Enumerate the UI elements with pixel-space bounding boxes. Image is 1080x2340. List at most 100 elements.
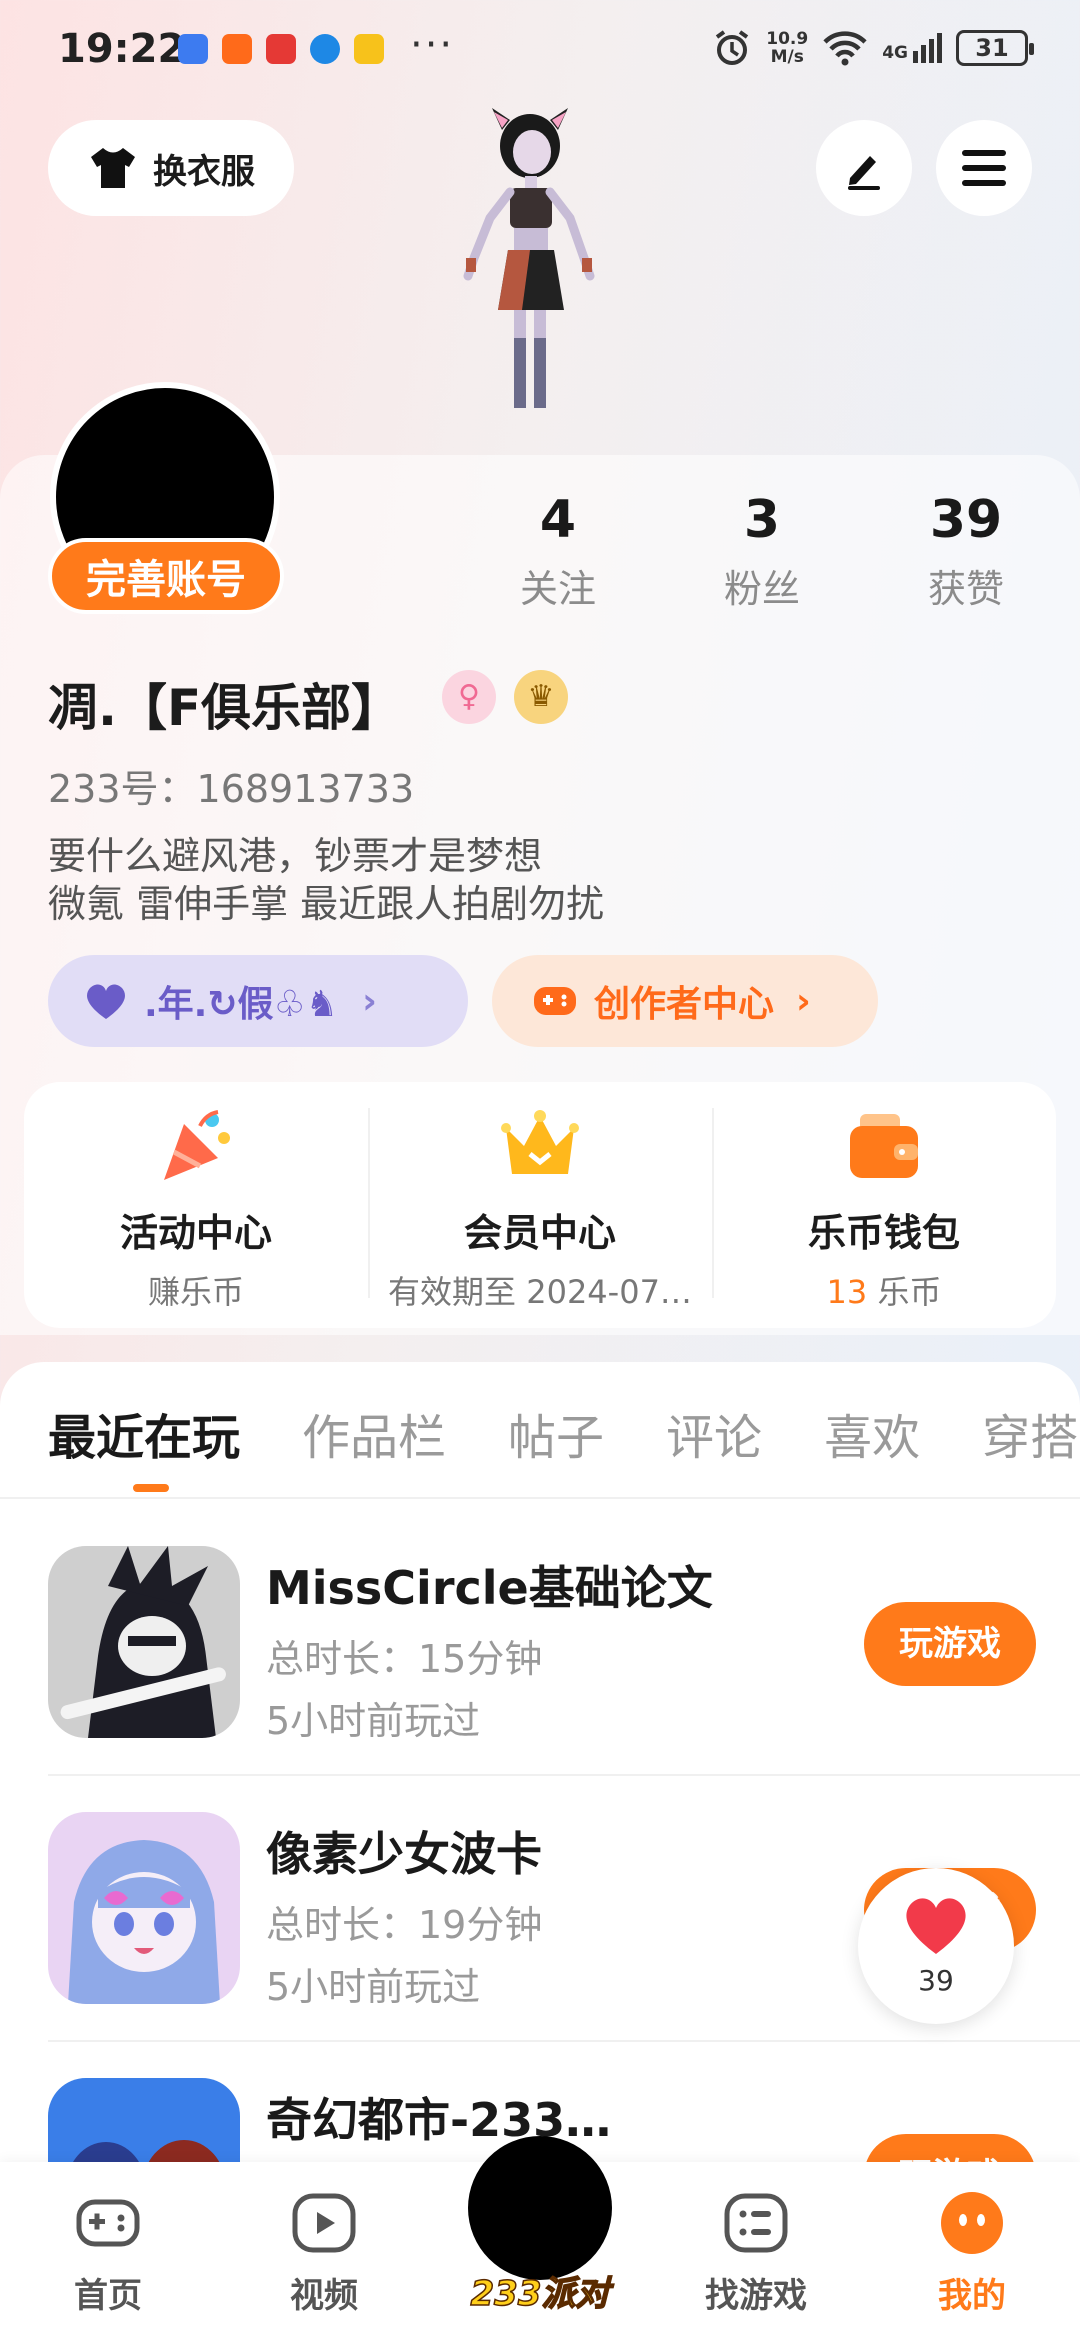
party-popper-icon: [164, 1110, 230, 1180]
dress-up-label: 换衣服: [153, 151, 255, 192]
coin-unit: 乐币: [867, 1273, 942, 1311]
nav-home[interactable]: 首页: [28, 2188, 188, 2317]
game-title: 像素少女波卡: [266, 1827, 542, 1881]
game-title: MissCircle基础论文: [266, 1561, 713, 1615]
stat-followers[interactable]: 3 粉丝: [682, 490, 842, 613]
stat-following[interactable]: 4 关注: [478, 490, 638, 613]
chevron-right-icon: ›: [362, 980, 377, 1022]
heart-icon: [906, 1898, 966, 1954]
nav-video[interactable]: 视频: [244, 2188, 404, 2317]
nav-mine[interactable]: 我的: [892, 2188, 1052, 2317]
play-duration: 总时长：19分钟: [266, 1903, 543, 1947]
quick-actions-panel: 活动中心 赚乐币 会员中心 有效期至 2024-07… 乐币钱包 13 乐币: [24, 1082, 1056, 1328]
cell-signal-icon: 4G: [882, 33, 942, 63]
tab-works[interactable]: 作品栏: [302, 1398, 446, 1468]
last-played: 5小时前玩过: [266, 1699, 481, 1743]
stat-value: 3: [743, 490, 781, 550]
username: 凋.【F俱乐部】: [48, 679, 402, 737]
avatar-3d-figure[interactable]: [430, 98, 630, 458]
edit-icon: [848, 156, 880, 190]
stat-value: 4: [539, 490, 577, 550]
wallet-icon: [850, 1114, 918, 1178]
app-233-icon: [222, 34, 252, 64]
hamburger-menu-icon: [962, 150, 1006, 186]
quick-title: 活动中心: [119, 1211, 272, 1255]
battery-indicator: 31: [956, 30, 1034, 66]
quick-subtitle: 有效期至 2024-07…: [388, 1273, 692, 1311]
wifi-icon: [823, 31, 867, 66]
creator-center-label: 创作者中心: [594, 984, 775, 1025]
stat-value: 39: [929, 490, 1003, 550]
clock-app-icon: [178, 34, 208, 64]
heart-icon: [87, 984, 125, 1019]
game-meta: 总时长：15分钟 5小时前玩过: [266, 1628, 542, 1752]
complete-account-badge[interactable]: 完善账号: [48, 538, 284, 614]
tab-outfits[interactable]: 穿搭: [982, 1398, 1078, 1468]
tab-posts[interactable]: 帖子: [508, 1398, 604, 1468]
shirt-icon: [91, 148, 135, 188]
status-time: 19:22: [58, 26, 186, 72]
divider: [48, 1774, 1080, 1776]
quick-subtitle: 赚乐币: [147, 1273, 244, 1311]
play-game-button[interactable]: 玩游戏: [864, 1602, 1036, 1686]
more-notifications-icon: ···: [410, 22, 455, 68]
network-speed: 10.9 M/s: [766, 29, 809, 67]
party-avatar[interactable]: [468, 2136, 612, 2280]
active-tab-indicator: [133, 1484, 169, 1492]
bio: 要什么避风港，钞票才是梦想 微氪 雷伸手掌 最近跟人拍剧勿扰: [48, 832, 604, 928]
nav-label: 我的: [938, 2276, 1006, 2316]
like-count: 39: [918, 1964, 954, 1997]
nav-label: 首页: [74, 2276, 142, 2316]
quick-title: 乐币钱包: [807, 1211, 960, 1255]
browser-icon: [310, 34, 340, 64]
coin-balance: 13: [826, 1273, 868, 1311]
list-item[interactable]: MissCircle基础论文 总时长：15分钟 5小时前玩过 玩游戏: [48, 1546, 1080, 1812]
gamepad-icon: [76, 2199, 140, 2247]
last-played: 5小时前玩过: [266, 1965, 481, 2009]
edit-profile-button[interactable]: [816, 120, 912, 216]
game-thumbnail: [48, 1546, 240, 1738]
bio-line: 微氪 雷伸手掌 最近跟人拍剧勿扰: [48, 882, 605, 926]
female-icon: ♀: [442, 670, 496, 724]
crown-icon: ♛: [514, 670, 568, 724]
family-group-label: .年.↻假♧♞: [144, 984, 339, 1025]
stat-label: 获赞: [927, 567, 1004, 611]
quick-subtitle: 13 乐币: [827, 1267, 942, 1313]
profile-tabs: 最近在玩 作品栏 帖子 评论 喜欢 穿搭: [48, 1398, 1078, 1468]
tab-recently-played[interactable]: 最近在玩: [48, 1398, 240, 1468]
family-group-pill[interactable]: .年.↻假♧♞ ›: [48, 955, 468, 1047]
video-icon: [292, 2193, 356, 2253]
play-duration: 总时长：15分钟: [266, 1637, 543, 1681]
crown-icon: [501, 1110, 579, 1174]
game-thumbnail: [48, 1812, 240, 2004]
divider: [48, 2040, 1080, 2042]
divider: [0, 1497, 1080, 1499]
nav-find-games[interactable]: 找游戏: [676, 2188, 836, 2317]
nav-label: 找游戏: [705, 2276, 807, 2316]
nav-party[interactable]: 233派对: [440, 2266, 640, 2315]
dress-up-button[interactable]: 换衣服: [48, 120, 294, 216]
vip-center-card[interactable]: 会员中心 有效期至 2024-07…: [368, 1082, 712, 1328]
system-status: 10.9 M/s 4G 31: [712, 28, 1034, 68]
quick-title: 会员中心: [463, 1211, 616, 1255]
huawei-icon: [266, 34, 296, 64]
stat-label: 关注: [519, 567, 596, 611]
stat-likes[interactable]: 39 获赞: [886, 490, 1046, 613]
gamepad-icon: [534, 987, 576, 1015]
alarm-icon: [716, 30, 749, 65]
chevron-right-icon: ›: [796, 980, 811, 1022]
tab-comments[interactable]: 评论: [666, 1398, 762, 1468]
mail-icon: [354, 34, 384, 64]
face-icon: [941, 2192, 1003, 2254]
bio-line: 要什么避风港，钞票才是梦想: [48, 834, 543, 878]
list-icon: [724, 2193, 788, 2253]
menu-button[interactable]: [936, 120, 1032, 216]
nav-label: 视频: [290, 2276, 358, 2316]
activity-center-card[interactable]: 活动中心 赚乐币: [24, 1082, 368, 1328]
creator-center-pill[interactable]: 创作者中心 ›: [492, 955, 878, 1047]
tab-likes[interactable]: 喜欢: [824, 1398, 920, 1468]
notification-icons: [178, 34, 384, 64]
like-bubble[interactable]: 39: [858, 1868, 1014, 2024]
coin-wallet-card[interactable]: 乐币钱包 13 乐币: [712, 1082, 1056, 1328]
game-meta: 总时长：19分钟 5小时前玩过: [266, 1894, 542, 2018]
